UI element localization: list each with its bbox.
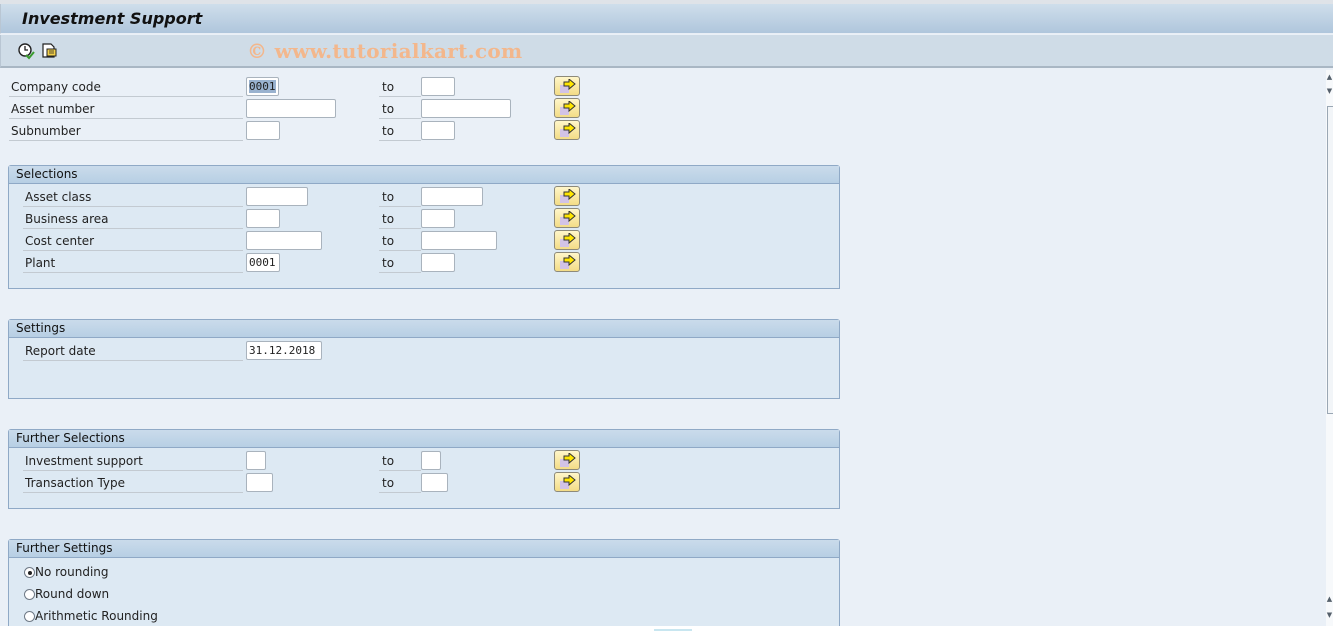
business-area-label: Business area [23, 210, 243, 229]
application-toolbar: © www.tutorialkart.com [0, 35, 1333, 68]
to-label: to [379, 78, 421, 97]
to-label: to [379, 188, 421, 207]
asset-number-from-input[interactable] [246, 99, 336, 118]
investment-support-multiple-selection-button[interactable] [554, 450, 580, 470]
multiple-selection-icon [560, 189, 576, 203]
to-label: to [379, 210, 421, 229]
radio-label: No rounding [35, 565, 109, 579]
asset-class-from-input[interactable] [246, 187, 308, 206]
asset-number-to-input[interactable] [421, 99, 511, 118]
subnumber-label: Subnumber [9, 122, 243, 141]
multiple-selection-icon [560, 255, 576, 269]
report-date-input[interactable]: 31.12.2018 [246, 341, 322, 360]
radio-no-rounding[interactable]: No rounding [24, 563, 109, 581]
plant-to-input[interactable] [421, 253, 455, 272]
company-code-label: Company code [9, 78, 243, 97]
business-area-multiple-selection-button[interactable] [554, 208, 580, 228]
multiple-selection-icon [560, 123, 576, 137]
company-code-from-input[interactable]: 0001 [246, 77, 279, 96]
investment-support-label: Investment support [23, 452, 243, 471]
cost-center-label: Cost center [23, 232, 243, 251]
investment-support-to-input[interactable] [421, 451, 441, 470]
investment-support-from-input[interactable] [246, 451, 266, 470]
company-code-to-input[interactable] [421, 77, 455, 96]
to-label: to [379, 232, 421, 251]
radio-label: Round down [35, 587, 110, 601]
asset-number-label: Asset number [9, 100, 243, 119]
multiple-selection-icon [560, 475, 576, 489]
plant-multiple-selection-button[interactable] [554, 252, 580, 272]
asset-number-multiple-selection-button[interactable] [554, 98, 580, 118]
radio-label: Arithmetic Rounding [35, 609, 158, 623]
asset-class-label: Asset class [23, 188, 243, 207]
transaction-type-to-input[interactable] [421, 473, 448, 492]
subnumber-from-input[interactable] [246, 121, 280, 140]
transaction-type-multiple-selection-button[interactable] [554, 472, 580, 492]
scrollbar-thumb[interactable] [1327, 106, 1333, 414]
get-variant-icon[interactable] [41, 42, 59, 60]
report-date-label: Report date [23, 342, 243, 361]
subnumber-to-input[interactable] [421, 121, 455, 140]
multiple-selection-icon [560, 101, 576, 115]
to-label: to [379, 100, 421, 119]
title-bar: Investment Support [0, 4, 1333, 34]
multiple-selection-icon [560, 453, 576, 467]
cost-center-to-input[interactable] [421, 231, 497, 250]
settings-group-title: Settings [9, 320, 839, 338]
watermark-text: © www.tutorialkart.com [247, 39, 523, 63]
company-code-from-value: 0001 [249, 80, 276, 93]
radio-arithmetic-rounding[interactable]: Arithmetic Rounding [24, 607, 158, 625]
to-label: to [379, 474, 421, 493]
multiple-selection-icon [560, 233, 576, 247]
transaction-type-from-input[interactable] [246, 473, 273, 492]
cost-center-from-input[interactable] [246, 231, 322, 250]
multiple-selection-icon [560, 79, 576, 93]
vertical-scrollbar[interactable]: ▲ ▼ ▲ ▼ [1326, 70, 1333, 626]
business-area-to-input[interactable] [421, 209, 455, 228]
to-label: to [379, 122, 421, 141]
cost-center-multiple-selection-button[interactable] [554, 230, 580, 250]
to-label: to [379, 254, 421, 273]
radio-selected-icon [24, 567, 35, 578]
scroll-up-bottom-icon[interactable]: ▲ [1326, 594, 1333, 604]
radio-unselected-icon [24, 589, 35, 600]
asset-class-multiple-selection-button[interactable] [554, 186, 580, 206]
company-code-multiple-selection-button[interactable] [554, 76, 580, 96]
asset-class-to-input[interactable] [421, 187, 483, 206]
to-label: to [379, 452, 421, 471]
plant-from-input[interactable]: 0001 [246, 253, 280, 272]
radio-round-down[interactable]: Round down [24, 585, 109, 603]
radio-unselected-icon [24, 611, 35, 622]
multiple-selection-icon [560, 211, 576, 225]
execute-icon[interactable] [17, 42, 35, 60]
further-settings-group-title: Further Settings [9, 540, 839, 558]
transaction-type-label: Transaction Type [23, 474, 243, 493]
scroll-up-icon[interactable]: ▲ [1326, 72, 1333, 82]
subnumber-multiple-selection-button[interactable] [554, 120, 580, 140]
selections-group-title: Selections [9, 166, 839, 184]
scroll-down-icon[interactable]: ▼ [1326, 86, 1333, 96]
plant-label: Plant [23, 254, 243, 273]
business-area-from-input[interactable] [246, 209, 280, 228]
further-selections-group-title: Further Selections [9, 430, 839, 448]
scroll-down-bottom-icon[interactable]: ▼ [1326, 610, 1333, 620]
page-title: Investment Support [22, 9, 203, 28]
